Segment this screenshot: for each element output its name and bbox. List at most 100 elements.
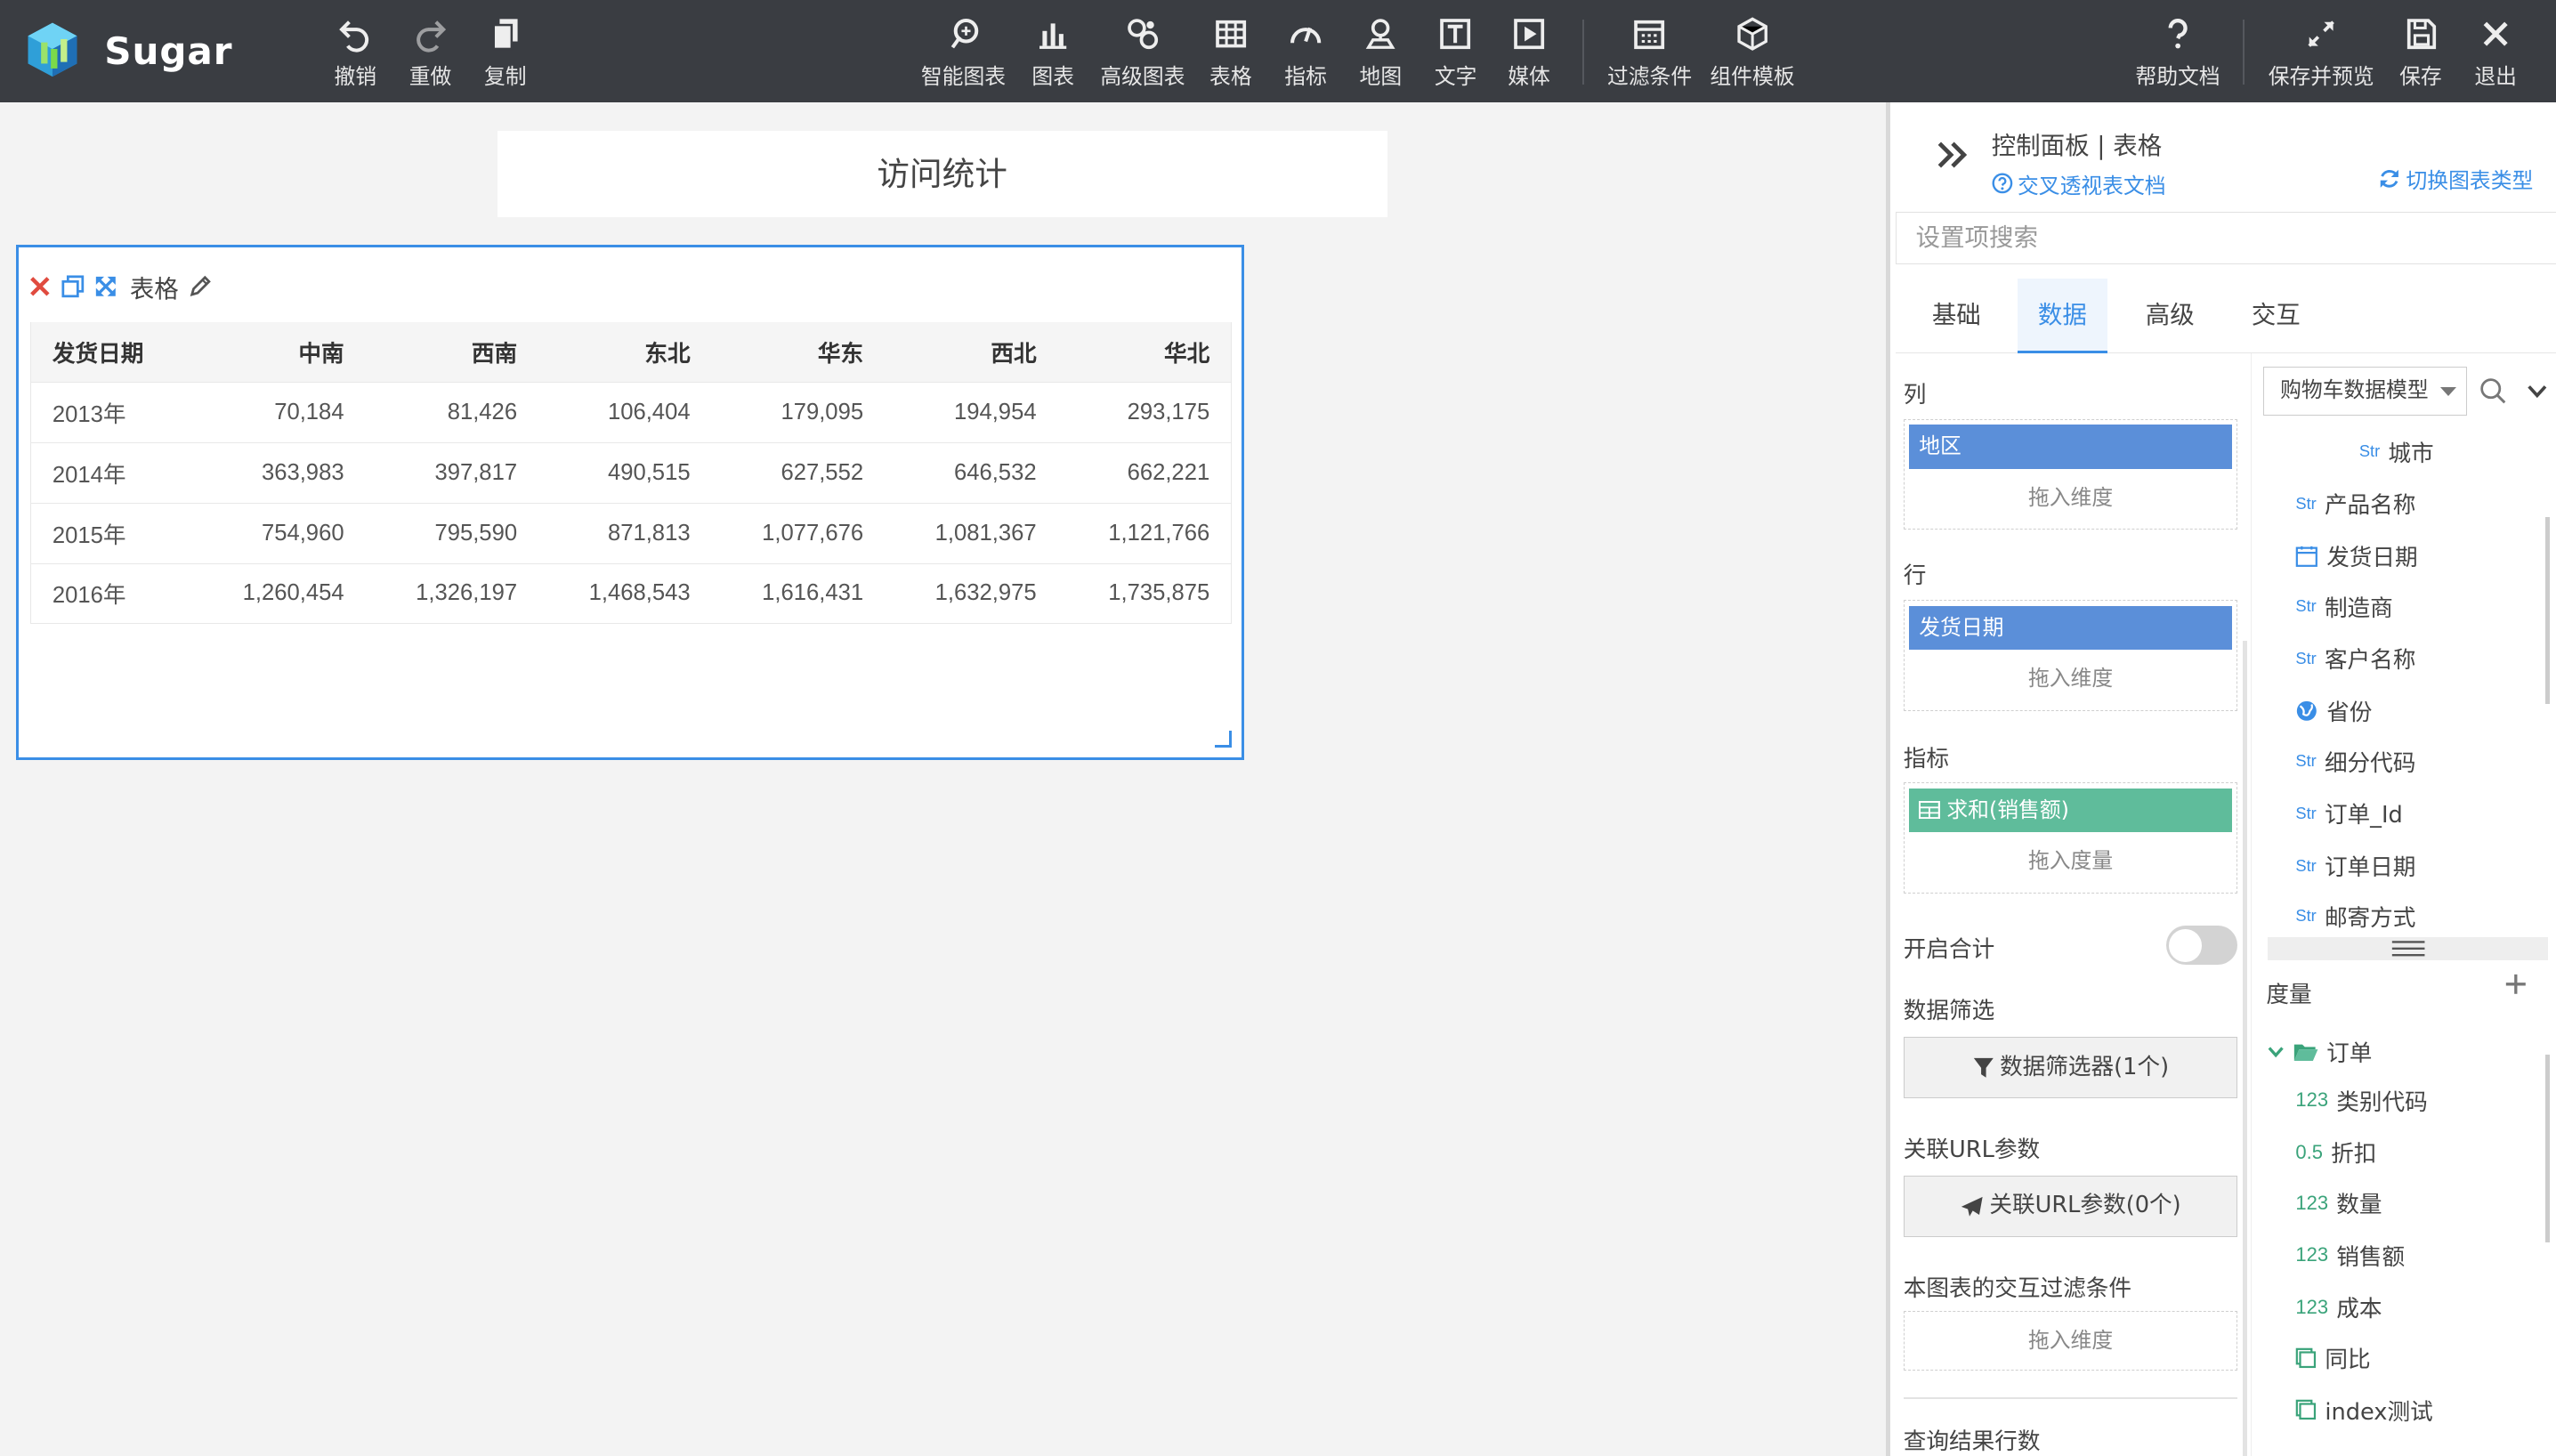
dimension-field-order-date[interactable]: Str 订单日期 [2295, 849, 2415, 882]
measure-field-yoy[interactable]: 同比 [2295, 1341, 2371, 1374]
string-type-icon: Str [2295, 751, 2317, 771]
advanced-chart-button[interactable]: 高级图表 [1097, 16, 1189, 94]
duplicate-icon[interactable] [61, 275, 85, 298]
chart-button[interactable]: 图表 [1027, 16, 1080, 94]
widget-toolbar: 表格 [28, 270, 211, 303]
tab-advanced[interactable]: 高级 [2125, 279, 2215, 353]
table-widget[interactable]: 表格 发货日期 中南 西南 东北 华东 西北 华北 2013年 70,184 8… [16, 244, 1244, 760]
media-button[interactable]: 媒体 [1503, 16, 1556, 94]
string-type-icon: Str [2295, 648, 2317, 667]
dimension-field-customer[interactable]: Str 客户名称 [2295, 643, 2415, 675]
measure-field-category-code[interactable]: 123 类别代码 [2295, 1084, 2427, 1117]
data-filter-button[interactable]: 数据筛选器(1个) [1903, 1036, 2238, 1099]
filter-condition-button[interactable]: 过滤条件 [1604, 16, 1695, 94]
copy-button[interactable]: 复制 [479, 16, 531, 94]
save-preview-button[interactable]: 保存并预览 [2264, 16, 2378, 94]
filter-funnel-icon [1973, 1057, 1994, 1078]
measure-field-quantity[interactable]: 123 数量 [2295, 1186, 2382, 1219]
column-drop-zone[interactable]: 地区 拖入维度 [1903, 418, 2238, 530]
chevron-down-icon[interactable] [2526, 380, 2549, 403]
total-toggle-switch[interactable] [2165, 926, 2238, 966]
dimension-field-province[interactable]: 省份 [2295, 694, 2372, 727]
text-icon [1440, 19, 1471, 50]
dimension-field-order-id[interactable]: Str 订单_Id [2295, 797, 2402, 830]
text-button[interactable]: 文字 [1429, 16, 1482, 94]
table-header-cell[interactable]: 西南 [365, 321, 538, 384]
dashboard-title[interactable]: 访问统计 [497, 130, 1387, 217]
resize-handle[interactable] [1215, 731, 1232, 748]
save-button[interactable]: 保存 [2395, 16, 2447, 94]
panel-title: 控制面板 | 表格 [1991, 133, 2163, 161]
tab-interaction[interactable]: 交互 [2231, 279, 2321, 353]
table-row: 2013年 70,184 81,426 106,404 179,095 194,… [30, 382, 1232, 444]
integer-type-icon: 123 [2295, 1243, 2329, 1266]
table-header-cell[interactable]: 华东 [711, 321, 885, 384]
field-list-column: 购物车数据模型 Str 城市 Str 产品名称 发货日期 Str 制造商 Str 客户名… [2250, 353, 2556, 1456]
help-circle-icon [1992, 173, 2012, 194]
table-header-cell[interactable]: 东北 [538, 321, 712, 384]
data-model-select[interactable]: 购物车数据模型 [2262, 367, 2467, 417]
redo-button[interactable]: 重做 [404, 16, 457, 94]
drop-dimension-hint: 拖入维度 [2027, 1327, 2114, 1353]
measure-folder-order[interactable]: 订单 [2268, 1035, 2372, 1068]
dimension-field-product[interactable]: Str 产品名称 [2295, 488, 2415, 521]
add-measure-icon[interactable] [2504, 973, 2528, 996]
advanced-chart-icon [1127, 19, 1158, 50]
config-scrollbar[interactable] [2242, 640, 2248, 1456]
measure-field-index-test[interactable]: index测试 [2295, 1394, 2433, 1427]
table-header-cell[interactable]: 发货日期 [30, 321, 192, 384]
tab-data[interactable]: 数据 [2018, 279, 2107, 354]
measure-field-sales[interactable]: 123 销售额 [2295, 1239, 2405, 1272]
measure-field-cost[interactable]: 123 成本 [2295, 1291, 2382, 1324]
total-toggle-label: 开启合计 [1903, 935, 1995, 963]
table-cell: 70,184 [191, 382, 366, 444]
delete-icon[interactable] [28, 275, 52, 298]
switch-chart-type-button[interactable]: 切换图表类型 [2378, 163, 2533, 194]
close-icon [2483, 21, 2508, 46]
measure-field-discount[interactable]: 0.5 折扣 [2295, 1136, 2376, 1169]
widget-title: 表格 [129, 275, 179, 303]
help-doc-button[interactable]: 帮助文档 [2132, 16, 2224, 94]
table-header-cell[interactable]: 华北 [1057, 321, 1232, 384]
measure-scrollbar[interactable] [2544, 1055, 2551, 1242]
dimension-field-segment-code[interactable]: Str 细分代码 [2295, 745, 2415, 778]
query-rows-label: 查询结果行数 [1903, 1428, 2041, 1455]
table-button[interactable]: 表格 [1205, 16, 1258, 94]
toolbar-divider [2243, 19, 2245, 85]
brand-name: Sugar [104, 28, 233, 73]
template-cube-icon [1737, 17, 1767, 52]
fullscreen-icon[interactable] [94, 275, 117, 298]
component-template-button[interactable]: 组件模板 [1707, 16, 1799, 94]
metric-drop-zone[interactable]: 求和(销售额) 拖入度量 [1903, 782, 2238, 894]
row-drop-zone[interactable]: 发货日期 拖入维度 [1903, 600, 2238, 711]
table-cell: 194,954 [884, 382, 1058, 444]
dimension-field-manufacturer[interactable]: Str 制造商 [2295, 590, 2392, 623]
gauge-icon [1290, 28, 1322, 44]
table-header-cell[interactable]: 中南 [191, 321, 366, 384]
smart-chart-button[interactable]: 智能图表 [918, 16, 1009, 94]
metric-field-pill[interactable]: 求和(销售额) [1909, 788, 2232, 833]
collapse-panel-icon[interactable] [1933, 135, 1972, 174]
indicator-button[interactable]: 指标 [1280, 16, 1332, 94]
map-button[interactable]: 地图 [1355, 16, 1407, 94]
table-cell: 1,632,975 [884, 563, 1058, 625]
panel-splitter-handle[interactable] [2268, 937, 2549, 960]
integer-type-icon: 123 [2295, 1295, 2329, 1318]
exit-button[interactable]: 退出 [2470, 16, 2522, 94]
interaction-drop-zone[interactable]: 拖入维度 [1903, 1310, 2238, 1371]
drop-measure-hint: 拖入度量 [2027, 848, 2114, 874]
dimension-scrollbar[interactable] [2544, 516, 2551, 705]
dimension-field-ship-date[interactable]: 发货日期 [2295, 539, 2418, 572]
undo-button[interactable]: 撤销 [329, 16, 382, 94]
edit-pencil-icon[interactable] [189, 275, 212, 298]
tab-basic[interactable]: 基础 [1912, 279, 2002, 353]
settings-search-input[interactable] [1895, 212, 2556, 264]
pivot-doc-link[interactable]: 交叉透视表文档 [1992, 168, 2166, 199]
row-field-pill[interactable]: 发货日期 [1909, 605, 2232, 650]
url-param-button[interactable]: 关联URL参数(0个) [1903, 1175, 2238, 1238]
search-icon[interactable] [2479, 376, 2508, 406]
table-header-cell[interactable]: 西北 [884, 321, 1058, 384]
column-field-pill[interactable]: 地区 [1909, 425, 2232, 469]
dimension-field-city[interactable]: Str 城市 [2359, 435, 2434, 468]
dimension-field-ship-mode[interactable]: Str 邮寄方式 [2295, 900, 2415, 933]
